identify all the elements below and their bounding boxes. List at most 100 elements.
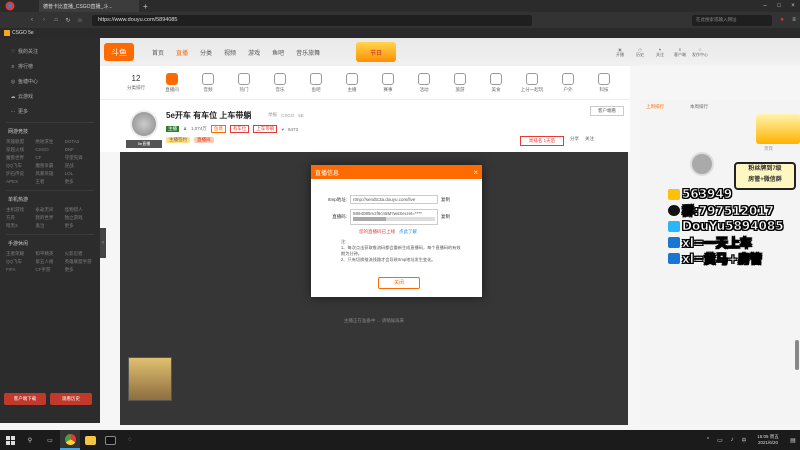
category-item[interactable]: 直播间 [154, 72, 190, 93]
address-bar[interactable]: https://www.douyu.com/5894085 [92, 14, 532, 26]
game-link[interactable]: 更多 [65, 179, 94, 185]
category-item[interactable]: 音频 [190, 72, 226, 93]
game-link[interactable]: 炉石传说 [6, 171, 35, 177]
sidebar-section-title[interactable]: 网游竞技 [0, 126, 100, 137]
sidebar-item-rank[interactable]: ≡ 排行榜 [0, 59, 100, 74]
game-link[interactable]: 风暴英雄 [35, 171, 64, 177]
warn-link[interactable]: 点此了解 [399, 229, 417, 235]
top-icon-history[interactable]: ◷ 历史 [630, 47, 650, 58]
game-link[interactable]: LOL [65, 171, 94, 177]
notification-icon[interactable]: ▤ [786, 437, 800, 444]
search-box[interactable]: 在此搜索或输入网址 [692, 14, 772, 26]
refresh-icon[interactable]: ↻ [62, 17, 74, 24]
nav-yuba[interactable]: 鱼吧 [272, 48, 284, 57]
nav-live[interactable]: 直播 [176, 48, 188, 57]
app-icon[interactable]: ◌ [120, 437, 140, 443]
terminal-icon[interactable] [100, 435, 120, 445]
room-subtag[interactable]: 直播间 [194, 137, 214, 143]
windows-start-icon[interactable] [0, 430, 20, 450]
category-item[interactable]: 赛事 [370, 72, 406, 93]
category-item[interactable]: 主播 [334, 72, 370, 93]
weekly-rank-badge[interactable]: 周排名 1天后 [520, 136, 564, 146]
volume-icon[interactable]: ♪ [726, 437, 738, 443]
watch-history-button[interactable]: 观看历史 [50, 393, 92, 405]
room-tag[interactable]: 5E [298, 113, 304, 118]
tab-this-week[interactable]: 本周排行 [690, 104, 708, 110]
key-field[interactable]: 5894085rvzf9cn5M?wsSecret=**** [350, 209, 438, 225]
close-window-icon[interactable]: × [786, 3, 800, 9]
festival-banner[interactable]: 节日 [356, 42, 397, 62]
game-link[interactable]: 和平精英 [35, 251, 64, 257]
copy-key-button[interactable]: 复制 [441, 214, 450, 220]
game-link[interactable]: DNF [65, 147, 94, 153]
game-link[interactable]: APEX [6, 179, 35, 185]
category-item[interactable]: 热门 [226, 72, 262, 93]
bookmark-csgo[interactable]: CSGO 5e [12, 30, 34, 36]
copy-rtmp-button[interactable]: 复制 [441, 197, 450, 203]
game-link[interactable]: 火影忍者 [65, 251, 94, 257]
rtmp-field[interactable]: rtmp://sendtc3a.douyu.com/live [350, 195, 438, 204]
close-icon[interactable]: × [473, 168, 478, 177]
sidebar-item-fishpond[interactable]: ◎ 鱼塘中心 [0, 74, 100, 89]
streamer-thumbnail[interactable] [128, 357, 172, 401]
game-link[interactable]: DOTA2 [65, 139, 94, 145]
menu-icon[interactable]: ≡ [788, 17, 800, 23]
sidebar-section-title[interactable]: 手游休闲 [0, 238, 100, 249]
category-item[interactable]: 旅游 [442, 72, 478, 93]
nav-music[interactable]: 音乐旅舞 [296, 48, 320, 57]
input-language[interactable]: 中 [738, 437, 750, 444]
game-link[interactable]: 魔兽争霸 [35, 163, 64, 169]
top-icon-follow[interactable]: ♥ 关注 [650, 47, 670, 58]
new-tab-icon[interactable]: + [143, 2, 148, 11]
room-subtag[interactable]: 主播签约 [166, 137, 190, 143]
download-client-button[interactable]: 客户端下载 [4, 393, 46, 405]
back-icon[interactable]: ‹ [26, 17, 38, 23]
gift-box[interactable] [756, 114, 800, 144]
category-rank[interactable]: 12 分类排行 [118, 74, 154, 91]
game-link[interactable]: 王者荣耀 [6, 251, 35, 257]
game-link[interactable]: 更多 [65, 267, 94, 273]
nav-game[interactable]: 游戏 [248, 48, 260, 57]
browser-taskbar-icon[interactable] [60, 430, 80, 450]
game-link[interactable]: 独立游戏 [65, 215, 94, 221]
clock[interactable]: 15:05 周五 2021/6/20 [750, 434, 786, 446]
room-tag[interactable]: CSGO [281, 113, 294, 118]
viewer-avatar[interactable] [690, 152, 714, 176]
site-logo[interactable]: 斗鱼 [104, 43, 134, 61]
nav-category[interactable]: 分类 [200, 48, 212, 57]
game-link[interactable]: 魔兽世界 [6, 155, 35, 161]
top-icon-broadcast[interactable]: ▣ 开播 [610, 47, 630, 58]
right-scrollbar[interactable] [795, 340, 799, 370]
sidebar-item-follow[interactable]: ♡ 我的关注 [0, 44, 100, 59]
browser-logo-icon[interactable] [3, 0, 17, 12]
category-item[interactable]: 上分一起玩 [514, 72, 550, 93]
game-link[interactable]: CF [35, 155, 64, 161]
game-link[interactable]: 主机游戏 [6, 207, 35, 213]
sidebar-section-title[interactable]: 单机热游 [0, 194, 100, 205]
nav-home[interactable]: 首页 [152, 48, 164, 57]
category-item[interactable]: 音乐 [262, 72, 298, 93]
game-link[interactable]: 守望先锋 [65, 155, 94, 161]
room-tag[interactable]: 举报 [268, 112, 277, 118]
forward-icon[interactable]: › [38, 17, 50, 23]
game-link[interactable]: 暗黑3 [6, 223, 35, 229]
search-icon[interactable]: ⚲ [20, 437, 40, 444]
network-icon[interactable]: ▭ [714, 437, 726, 444]
category-item[interactable]: 鱼吧 [298, 72, 334, 93]
task-view-icon[interactable]: ▭ [40, 437, 60, 444]
game-link[interactable]: 绝地求生 [35, 139, 64, 145]
game-link[interactable]: 英雄联盟手游 [65, 259, 94, 265]
game-link[interactable]: 我的世界 [35, 215, 64, 221]
game-link[interactable]: 更多 [65, 223, 94, 229]
category-item[interactable]: 美食 [478, 72, 514, 93]
game-link[interactable]: QQ飞车 [6, 163, 35, 169]
game-link[interactable]: 逆战 [65, 163, 94, 169]
follow-button[interactable]: 关注 [585, 136, 594, 142]
maximize-icon[interactable]: □ [772, 3, 786, 9]
sidebar-item-cloud[interactable]: ☁ 云游戏 [0, 89, 100, 104]
game-link[interactable]: QQ飞车 [6, 259, 35, 265]
minimize-icon[interactable]: – [758, 3, 772, 9]
nav-video[interactable]: 视频 [224, 48, 236, 57]
top-icon-center[interactable]: ☺ 发作中心 [690, 47, 710, 58]
client-watch-button[interactable]: 客户端看 [590, 106, 624, 116]
